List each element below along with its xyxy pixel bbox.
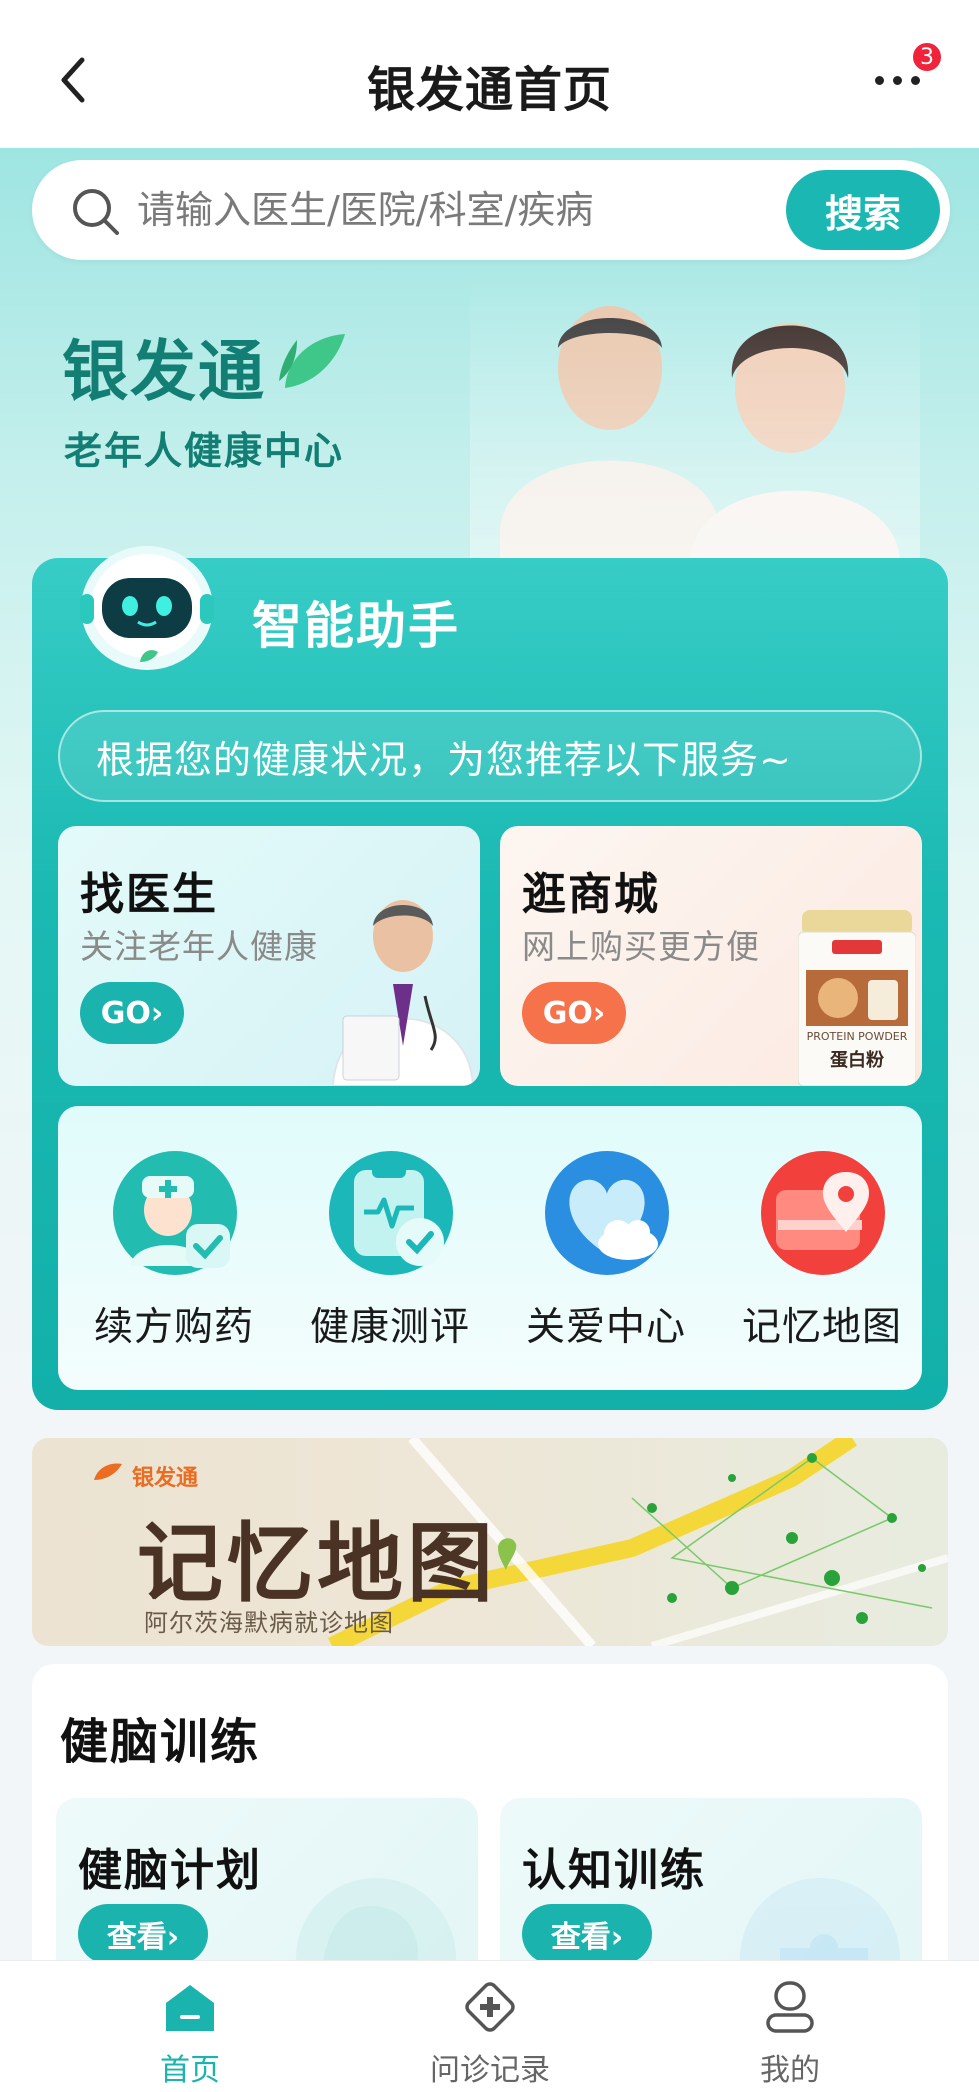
more-horizontal-icon [874, 75, 884, 85]
bottom-navigation: 首页 问诊记录 我的 [0, 1960, 979, 2092]
search-icon [73, 189, 119, 235]
home-icon [166, 1985, 214, 2031]
search-button[interactable]: 搜索 [786, 170, 940, 250]
card-title: 认知训练 [522, 1845, 706, 1896]
page-title: 银发通首页 [366, 62, 612, 118]
nurse-prescription-icon [113, 1151, 237, 1275]
memory-map-banner[interactable]: 银发通 记忆地图 阿尔茨海默病就诊地图 [32, 1438, 948, 1646]
card-title: 逛商城 [522, 869, 660, 920]
quick-item-prescription[interactable]: 续方购药 [74, 1146, 274, 1366]
card-subtitle: 关注老年人健康 [80, 927, 318, 966]
nav-label: 首页 [160, 2053, 220, 2088]
card-title: 健脑计划 [78, 1845, 262, 1896]
more-dot [910, 75, 920, 85]
quick-item-memory-map[interactable]: 记忆地图 [722, 1146, 922, 1366]
hero-section: 搜索 银发通 老年人健康中心 [0, 148, 979, 1438]
brand-subtitle: 老年人健康中心 [64, 429, 345, 473]
search-input[interactable] [137, 180, 697, 240]
smart-assistant-panel: 智能助手 根据您的健康状况，为您推荐以下服务~ 找医生 关注老年人健康 GO› … [32, 546, 948, 1410]
doctor-image [331, 900, 475, 1086]
find-doctor-card[interactable]: 找医生 关注老年人健康 GO› [58, 826, 480, 1086]
protein-powder-image: PROTEIN POWDER 蛋白粉 [798, 906, 916, 1086]
cognitive-training-view-button[interactable]: 查看› [522, 1904, 652, 1964]
profile-icon [766, 1981, 814, 2033]
nav-label: 我的 [760, 2053, 820, 2088]
banner-subtitle: 阿尔茨海默病就诊地图 [144, 1609, 394, 1637]
search-bar[interactable]: 搜索 [32, 160, 950, 260]
banner-title: 记忆地图 [137, 1513, 497, 1614]
card-subtitle: 网上购买更方便 [522, 927, 760, 966]
nav-item-profile[interactable]: 我的 [690, 1961, 890, 2092]
assistant-message-bubble: 根据您的健康状况，为您推荐以下服务~ [58, 710, 922, 802]
robot-assistant-icon [80, 546, 214, 670]
quick-item-care-center[interactable]: 关爱中心 [506, 1146, 706, 1366]
product-label-en: PROTEIN POWDER [806, 1030, 908, 1043]
quick-item-label: 健康测评 [309, 1305, 470, 1350]
heart-cloud-icon [545, 1151, 669, 1275]
banner-brand: 银发通 [132, 1466, 199, 1491]
assistant-title: 智能助手 [252, 597, 460, 655]
top-header: 银发通首页 3 [0, 0, 979, 148]
quick-item-health-assessment[interactable]: 健康测评 [290, 1146, 490, 1366]
shop-mall-go-button[interactable]: GO› [522, 982, 626, 1044]
brain-plan-view-button[interactable]: 查看› [78, 1904, 208, 1964]
find-doctor-go-button[interactable]: GO› [80, 982, 184, 1044]
quick-item-label: 记忆地图 [741, 1305, 902, 1350]
card-title: 找医生 [80, 869, 218, 920]
more-dot [892, 75, 902, 85]
quick-item-label: 续方购药 [93, 1305, 254, 1350]
medical-record-icon [465, 1982, 515, 2032]
nav-item-consult-records[interactable]: 问诊记录 [390, 1961, 590, 2092]
product-label-cn: 蛋白粉 [830, 1050, 884, 1071]
health-assessment-icon [329, 1151, 453, 1275]
map-pin-icon [761, 1151, 885, 1275]
notification-badge: 3 [910, 40, 944, 74]
nav-label: 问诊记录 [430, 2053, 550, 2088]
section-title: 健脑训练 [60, 1714, 261, 1770]
leaf-logo-icon [279, 334, 345, 388]
shop-mall-card[interactable]: 逛商城 网上购买更方便 GO› PROTEIN POWDER 蛋白粉 [500, 826, 922, 1086]
quick-services-grid: 续方购药 健康测评 关爱中心 记忆地图 [58, 1106, 922, 1390]
brand-logo-text: 银发通 [62, 333, 266, 410]
quick-item-label: 关爱中心 [525, 1305, 686, 1350]
nav-item-home[interactable]: 首页 [90, 1961, 290, 2092]
